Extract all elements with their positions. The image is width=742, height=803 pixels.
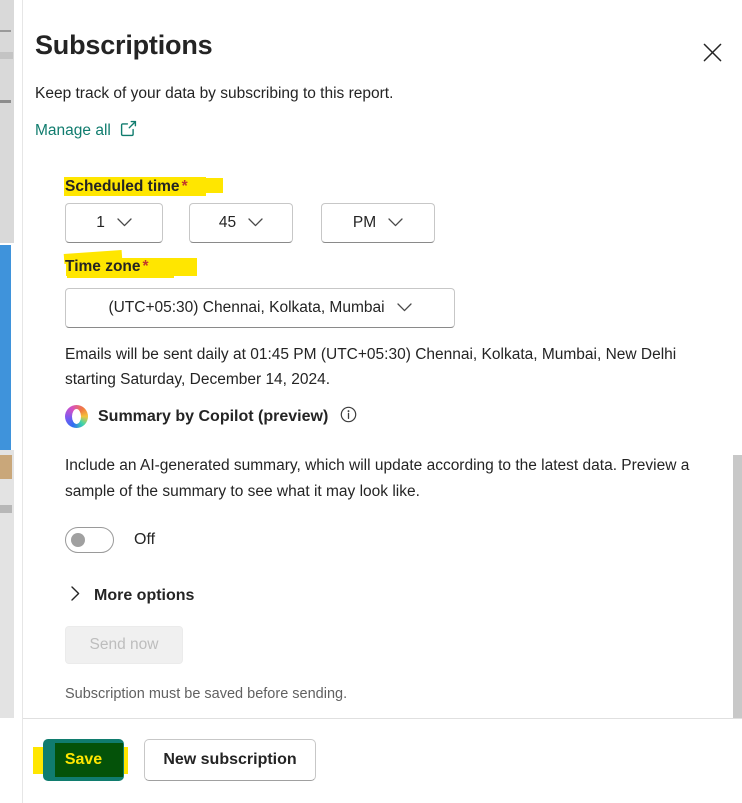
chevron-down-icon bbox=[396, 299, 412, 317]
hour-value: 1 bbox=[96, 214, 105, 231]
time-zone-value: (UTC+05:30) Chennai, Kolkata, Mumbai bbox=[108, 299, 385, 316]
copilot-summary-title: Summary by Copilot (preview) bbox=[98, 407, 329, 425]
send-now-note: Subscription must be saved before sendin… bbox=[65, 686, 348, 702]
panel-subtitle: Keep track of your data by subscribing t… bbox=[35, 85, 394, 102]
hour-dropdown[interactable]: 1 bbox=[65, 203, 163, 243]
required-marker: * bbox=[142, 258, 149, 275]
chevron-down-icon bbox=[248, 214, 263, 232]
background-blue-accent-bar bbox=[0, 245, 11, 450]
open-in-new-window-icon bbox=[120, 120, 137, 142]
subscriptions-panel-body: Subscriptions Keep track of your data by… bbox=[23, 0, 742, 718]
time-zone-label-text: Time zone bbox=[65, 258, 141, 275]
send-now-button[interactable]: Send now bbox=[65, 626, 183, 664]
required-marker: * bbox=[181, 178, 188, 195]
scheduled-time-label: Scheduled time * bbox=[65, 178, 188, 196]
chevron-down-icon bbox=[117, 214, 132, 232]
background-panel-bottom bbox=[0, 450, 14, 718]
copilot-summary-toggle[interactable] bbox=[65, 527, 114, 553]
scheduled-time-label-text: Scheduled time bbox=[65, 178, 180, 195]
chevron-right-icon bbox=[71, 586, 80, 606]
background-panel-top bbox=[0, 0, 14, 243]
background-detail-mark bbox=[0, 52, 13, 59]
close-icon[interactable] bbox=[696, 36, 728, 68]
copilot-summary-toggle-row: Off bbox=[65, 527, 155, 553]
chevron-down-icon bbox=[388, 214, 403, 232]
meridiem-dropdown[interactable]: PM bbox=[321, 203, 435, 243]
toggle-state-label: Off bbox=[134, 531, 156, 548]
copilot-summary-description: Include an AI-generated summary, which w… bbox=[65, 457, 690, 500]
background-detail-mark bbox=[0, 100, 11, 103]
background-app-strip bbox=[0, 0, 22, 803]
new-subscription-button[interactable]: New subscription bbox=[144, 739, 316, 781]
minute-value: 45 bbox=[218, 214, 237, 231]
time-zone-dropdown[interactable]: (UTC+05:30) Chennai, Kolkata, Mumbai bbox=[65, 288, 455, 328]
minute-dropdown[interactable]: 45 bbox=[189, 203, 293, 243]
time-zone-label: Time zone * bbox=[65, 258, 149, 276]
manage-all-label: Manage all bbox=[35, 121, 111, 139]
manage-all-link[interactable]: Manage all bbox=[35, 119, 137, 142]
info-icon[interactable] bbox=[340, 406, 357, 428]
meridiem-value: PM bbox=[352, 214, 377, 231]
copilot-icon bbox=[65, 405, 88, 428]
panel-footer: Save New subscription bbox=[23, 718, 742, 803]
toggle-knob bbox=[71, 533, 85, 547]
copilot-summary-header: Summary by Copilot (preview) bbox=[65, 405, 357, 428]
more-options-label: More options bbox=[94, 587, 195, 604]
background-detail-mark bbox=[0, 455, 12, 479]
panel-scrollbar-track[interactable] bbox=[733, 0, 742, 718]
background-detail-mark bbox=[0, 505, 12, 513]
save-button[interactable] bbox=[43, 739, 124, 781]
highlight-annotation-scheduled-time bbox=[203, 178, 223, 193]
subscriptions-panel: Subscriptions Keep track of your data by… bbox=[22, 0, 742, 803]
panel-scrollbar-thumb[interactable] bbox=[733, 455, 742, 718]
background-detail-mark bbox=[0, 30, 11, 32]
more-options-expander[interactable]: More options bbox=[71, 586, 194, 606]
page-title: Subscriptions bbox=[35, 30, 213, 60]
schedule-summary-text: Emails will be sent daily at 01:45 PM (U… bbox=[65, 346, 677, 388]
